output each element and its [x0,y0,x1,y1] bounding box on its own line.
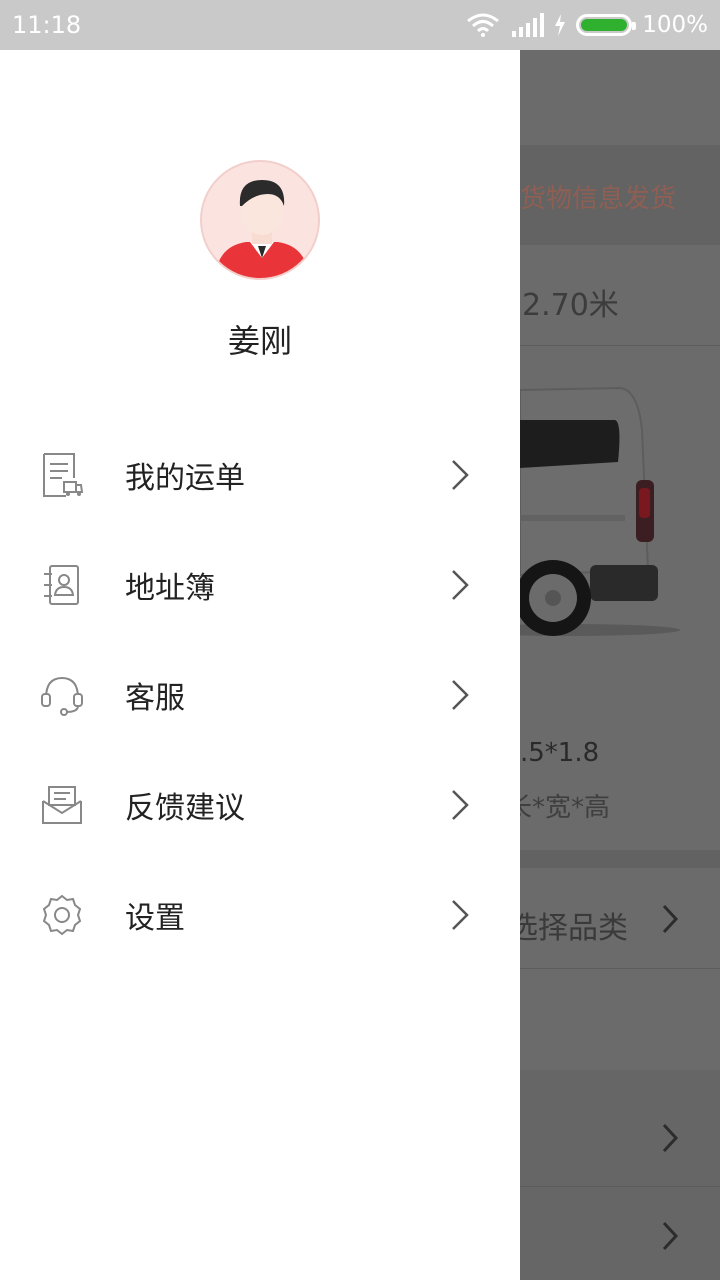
chevron-right-icon [452,900,469,930]
status-icons: 100% [466,12,708,38]
chevron-right-icon [452,790,469,820]
wifi-icon [467,13,500,37]
waybill-icon [38,451,86,499]
bg-length-text: 2.70米 [522,288,619,323]
chevron-right-icon [452,570,469,600]
signal-icon [512,13,545,37]
menu-item-address-book[interactable]: 地址簿 [0,530,520,640]
status-time: 11:18 [12,11,82,39]
chevron-right-icon [452,460,469,490]
menu-item-feedback[interactable]: 反馈建议 [0,750,520,860]
bg-category-text: 选择品类 [520,911,628,946]
charging-icon [555,14,566,36]
battery-percent: 100% [642,12,708,38]
battery-icon [576,14,637,36]
avatar-icon[interactable] [200,160,320,280]
settings-icon [38,891,86,939]
headset-icon [38,671,86,719]
user-name: 姜刚 [227,322,292,360]
chevron-right-icon [662,1123,679,1153]
bg-dims-label: 长*宽*高 [520,793,611,823]
feedback-icon [38,781,86,829]
menu-item-settings[interactable]: 设置 [0,860,520,970]
menu-label-address-book: 地址簿 [125,571,215,606]
menu-label-settings: 设置 [125,901,185,936]
status-bar: 11:18 100% [0,0,720,50]
background-page-overlay[interactable]: 货物信息发货 2.70米 .5*1.8 长*宽*高 选择品类 [520,50,720,1280]
van-image [520,386,680,636]
chevron-right-icon [452,680,469,710]
address-book-icon [38,561,86,609]
navigation-drawer: 姜刚 我的运单 地址簿 客服 反馈建议 设置 [0,50,520,1280]
drawer-menu: 我的运单 地址簿 客服 反馈建议 设置 [0,420,520,970]
menu-label-customer-service: 客服 [125,681,185,716]
menu-label-feedback: 反馈建议 [125,791,245,826]
menu-item-customer-service[interactable]: 客服 [0,640,520,750]
bg-banner-text: 货物信息发货 [520,184,677,214]
battery-fill [581,19,628,31]
menu-label-waybill: 我的运单 [125,461,245,496]
chevron-right-icon [662,904,679,934]
chevron-right-icon [662,1221,679,1251]
menu-item-waybill[interactable]: 我的运单 [0,420,520,530]
bg-dims-text: .5*1.8 [520,738,600,768]
